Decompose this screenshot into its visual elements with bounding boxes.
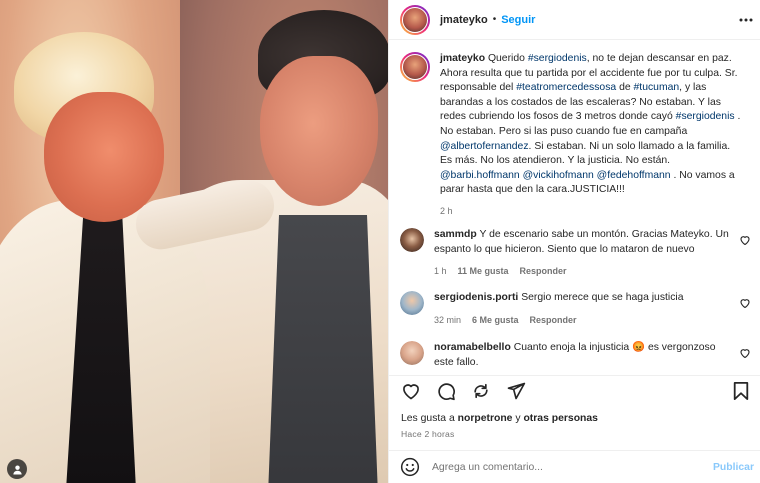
likes-summary[interactable]: Les gusta a norpetrone y otras personas (401, 413, 598, 424)
comment: sammdp Y de escenario sabe un montón. Gr… (400, 228, 755, 279)
caption-time: 2 h (440, 205, 453, 216)
commenter-username[interactable]: sergiodenis.porti (434, 292, 518, 303)
commenter-avatar[interactable] (400, 291, 424, 315)
caption-link[interactable]: #tucuman (634, 82, 680, 93)
post-caption: jmateyko Querido #sergiodenis, no te dej… (400, 52, 755, 219)
comment-text: Y de escenario sabe un montón. Gracias M… (434, 229, 729, 255)
more-options-icon[interactable] (737, 11, 755, 29)
caption-link[interactable]: #sergiodenis (676, 111, 735, 122)
post-photo[interactable] (0, 0, 388, 483)
caption-link[interactable]: @albertofernandez (440, 141, 529, 152)
comment-bubble-icon[interactable] (435, 380, 457, 402)
add-comment-bar: Publicar (389, 450, 760, 483)
other-likers-link[interactable]: otras personas (523, 413, 598, 424)
commenter-username[interactable]: noramabelbello (434, 342, 511, 353)
commenter-username[interactable]: sammdp (434, 229, 477, 240)
caption-body: Querido #sergiodenis, no te dejan descan… (440, 53, 740, 195)
like-comment-heart-icon[interactable] (739, 297, 751, 309)
comment-time: 32 min (434, 314, 462, 325)
tagged-users-icon[interactable] (7, 459, 27, 479)
comment-likes[interactable]: 11 Me gusta (458, 264, 509, 279)
follow-button[interactable]: Seguir (501, 14, 535, 26)
caption-link[interactable]: @barbi.hoffmann (440, 170, 520, 181)
caption-link[interactable]: #teatromercedessosa (516, 82, 616, 93)
caption-link[interactable]: @fedehoffmann (597, 170, 671, 181)
caption-text: jmateyko Querido #sergiodenis, no te dej… (440, 52, 745, 219)
like-heart-icon[interactable] (400, 380, 422, 402)
caption-segment: de (616, 82, 634, 94)
action-bar: Les gusta a norpetrone y otras personas … (389, 375, 760, 483)
repost-icon[interactable] (470, 380, 492, 402)
caption-username[interactable]: jmateyko (440, 53, 485, 64)
comment-text: Cuanto enoja la injusticia (513, 342, 633, 353)
comment-likes[interactable]: 6 Me gusta (472, 313, 519, 328)
post-timestamp: Hace 2 horas (401, 429, 455, 439)
liker-username[interactable]: norpetrone (458, 413, 513, 424)
author-username[interactable]: jmateyko (440, 14, 488, 26)
like-comment-heart-icon[interactable] (739, 234, 751, 246)
share-paper-plane-icon[interactable] (505, 380, 527, 402)
post-panel: jmateyko • Seguir jmateyko Querido #serg… (388, 0, 760, 483)
emoji-picker-icon[interactable] (400, 457, 422, 479)
reply-button[interactable]: Responder (530, 313, 577, 328)
post-header: jmateyko • Seguir (389, 0, 760, 40)
commenter-avatar[interactable] (400, 228, 424, 252)
separator-dot: • (492, 14, 497, 25)
comment-time: 1 h (434, 266, 447, 277)
comment-input[interactable] (432, 462, 702, 473)
commenter-avatar[interactable] (400, 341, 424, 365)
comment: sergiodenis.porti Sergio merece que se h… (400, 291, 755, 327)
comment-text: Sergio merece que se haga justicia (521, 292, 684, 303)
like-comment-heart-icon[interactable] (739, 347, 751, 359)
save-bookmark-icon[interactable] (730, 380, 752, 402)
angry-face-emoji: 😡 (632, 342, 646, 353)
publish-button[interactable]: Publicar (713, 462, 754, 473)
caption-avatar[interactable] (400, 52, 430, 82)
author-avatar[interactable] (400, 4, 430, 35)
reply-button[interactable]: Responder (520, 264, 567, 279)
caption-link[interactable]: #sergiodenis (528, 53, 587, 64)
caption-link[interactable]: @vickihofmann (523, 170, 594, 181)
caption-segment: Querido (485, 53, 528, 64)
comment: noramabelbello Cuanto enoja la injustici… (400, 341, 755, 370)
